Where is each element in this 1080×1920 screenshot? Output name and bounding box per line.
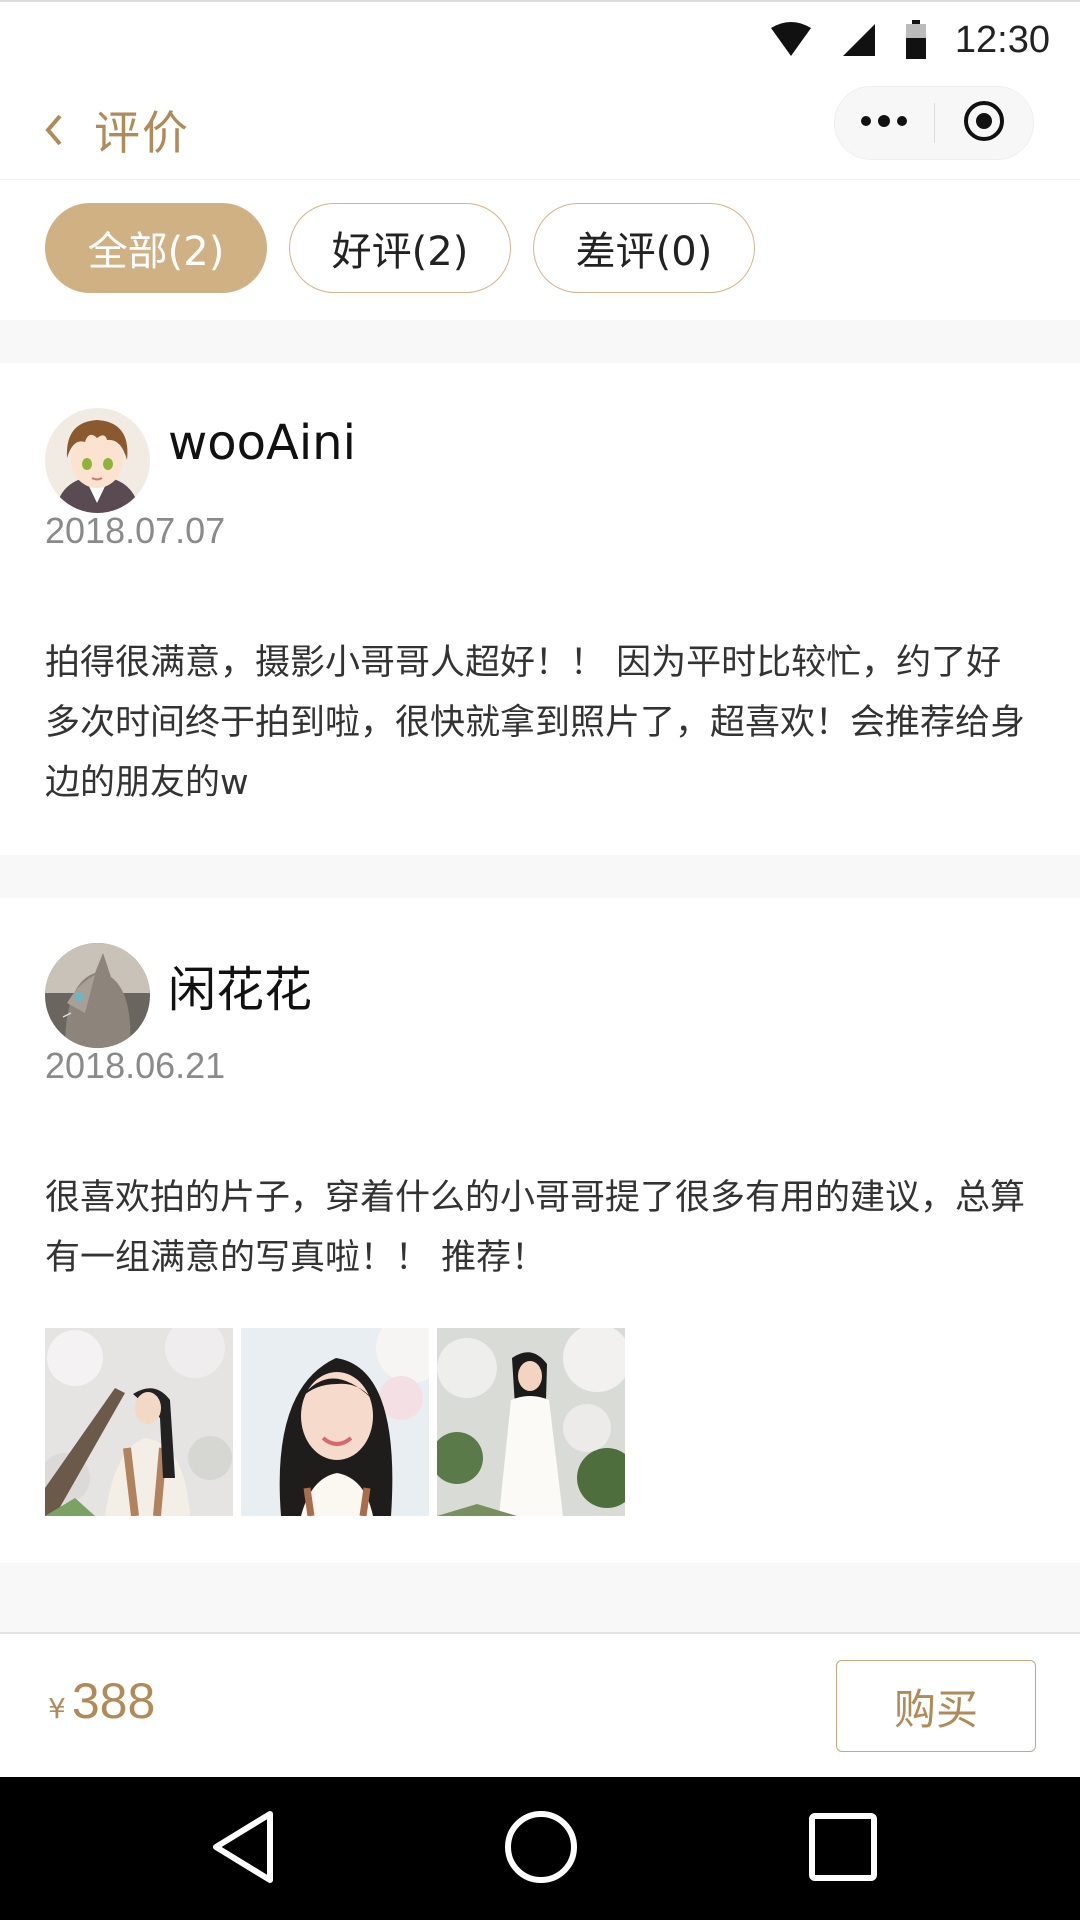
status-bar: 12:30 xyxy=(0,0,1080,75)
triangle-back-icon xyxy=(208,1808,278,1890)
page-title: 评价 xyxy=(94,106,190,160)
currency-symbol: ¥ xyxy=(48,1692,66,1725)
close-mini-program-button[interactable] xyxy=(934,86,1033,160)
filter-negative[interactable]: 差评(0) xyxy=(533,203,755,293)
review-username: wooAini xyxy=(168,415,356,471)
nav-back-button[interactable] xyxy=(198,1809,288,1889)
signal-icon xyxy=(841,22,877,58)
status-icons: 12:30 xyxy=(769,16,1050,64)
review-date: 2018.06.21 xyxy=(45,1045,226,1086)
review-photo[interactable] xyxy=(241,1328,429,1516)
review-text: 拍得很满意，摄影小哥哥人超好！！ 因为平时比较忙，约了好多次时间终于拍到啦，很快… xyxy=(45,643,1026,803)
more-dots-icon xyxy=(859,113,909,133)
more-button[interactable] xyxy=(835,86,934,160)
back-button[interactable]: 评价 xyxy=(40,97,190,163)
filter-bar: 全部(2) 好评(2) 差评(0) xyxy=(0,180,1080,320)
section-gap xyxy=(0,855,1080,898)
android-nav-bar xyxy=(0,1777,1080,1920)
section-gap xyxy=(0,320,1080,363)
review-date: 2018.07.07 xyxy=(45,510,226,551)
review-item: wooAini 2018.07.07 拍得很满意，摄影小哥哥人超好！！ 因为平时… xyxy=(0,363,1080,855)
nav-recents-button[interactable] xyxy=(798,1809,888,1889)
nav-bar: 评价 xyxy=(0,75,1080,180)
avatar[interactable] xyxy=(45,408,150,513)
price: ¥ 388 xyxy=(48,1672,155,1730)
review-username: 闲花花 xyxy=(168,962,313,1018)
purchase-bar: ¥ 388 购买 xyxy=(0,1632,1080,1777)
nav-home-button[interactable] xyxy=(496,1809,586,1889)
circle-home-icon xyxy=(503,1809,579,1889)
battery-icon xyxy=(905,20,927,60)
buy-button[interactable]: 购买 xyxy=(836,1660,1036,1752)
wifi-icon xyxy=(769,22,813,58)
filter-all[interactable]: 全部(2) xyxy=(45,203,267,293)
price-amount: 388 xyxy=(71,1673,156,1729)
avatar[interactable] xyxy=(45,943,150,1048)
target-circle-icon xyxy=(962,99,1006,147)
review-photo[interactable] xyxy=(45,1328,233,1516)
section-gap xyxy=(0,1563,1080,1632)
chevron-left-icon xyxy=(40,100,80,160)
mini-program-capsule xyxy=(834,86,1034,160)
filter-positive[interactable]: 好评(2) xyxy=(289,203,511,293)
review-text: 很喜欢拍的片子，穿着什么的小哥哥提了很多有用的建议，总算有一组满意的写真啦！！ … xyxy=(45,1178,1026,1278)
review-item: 闲花花 2018.06.21 很喜欢拍的片子，穿着什么的小哥哥提了很多有用的建议… xyxy=(0,898,1080,1563)
review-photo[interactable] xyxy=(437,1328,625,1516)
square-recents-icon xyxy=(807,1811,879,1887)
status-time: 12:30 xyxy=(954,18,1050,61)
